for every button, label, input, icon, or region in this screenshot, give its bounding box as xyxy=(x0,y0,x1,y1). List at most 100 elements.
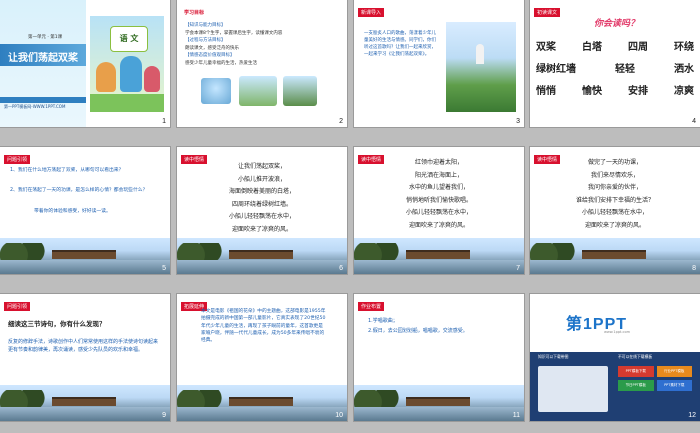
child-figure-icon xyxy=(96,62,116,92)
vocab-word: 白塔 xyxy=(582,42,602,53)
slide-3-intro-text: 一支脍炙人口的歌曲，荡漾着少年儿童美好的生活与情感。同学们，你们听过这首歌吗？让… xyxy=(364,31,436,57)
slide-number: 5 xyxy=(162,265,166,272)
slide-thumbnail-2[interactable]: 学习目标 【知识与能力目标】 学会本课8个生字，掌握课后生字，读懂课文内容 【过… xyxy=(177,0,347,127)
poem-line: 悄悄地听我们愉快歌唱。 xyxy=(405,196,472,204)
slide-11-tag: 作业布置 xyxy=(358,302,385,311)
poem-line: 小船儿轻轻飘荡在水中， xyxy=(581,209,648,216)
homework-list: 1.学唱歌曲； 2.假日，去公园划划船，唱唱歌，交流感受。 xyxy=(368,316,518,336)
slide-number: 10 xyxy=(335,412,343,419)
poem-stanza-1: 让我们荡起双桨， 小船儿推开波浪， 海面倒映着美丽的白塔， 四周环绕着绿树红墙。… xyxy=(177,161,347,236)
poem-line: 我们来尽情欢乐， xyxy=(590,171,639,179)
vocab-word: 愉快 xyxy=(582,86,602,97)
slide-thumbnail-8[interactable]: 读中悟情 做完了一天的功课， 我们来尽情欢乐， 我问你亲爱的伙伴， 谁给我们安排… xyxy=(530,147,700,274)
slide-2-tag: 学习目标 xyxy=(184,10,205,16)
slide-thumbnail-7[interactable]: 读中悟情 红领巾迎着太阳， 阳光洒在海面上， 水中的鱼儿望着我们， 悄悄地听我们… xyxy=(354,147,524,274)
slide-9-body: 反复的修辞手法，诗歌创作中人们常常使用这样的手法使诗句读起来更有节奏和韵律美，再… xyxy=(8,339,159,353)
slide-thumbnail-9[interactable]: 问题引领 细读这三节诗句，你有什么发现？ 反复的修辞手法，诗歌创作中人们常常使用… xyxy=(0,294,170,421)
vocab-word: 环绕 xyxy=(674,42,694,53)
lake-image xyxy=(239,76,277,106)
brand-site: www.1ppt.com xyxy=(604,330,631,334)
slide-10-body: 本文是电影《祖国的花朵》中的主题曲，这部电影是1955年拍摄完成的新中国第一部儿… xyxy=(201,309,326,344)
word-row-1: 双桨 白塔 四周 环绕 xyxy=(536,38,694,53)
vocab-word: 绿树红墙 xyxy=(536,64,576,75)
vocab-word: 四周 xyxy=(628,42,648,53)
slide-thumbnail-4[interactable]: 初读课文 你会读吗？ 双桨 白塔 四周 环绕 绿树红墙 轻轻 洒水 悄悄 愉快 … xyxy=(530,0,700,127)
child-figure-icon xyxy=(120,56,142,92)
slide-number: 8 xyxy=(692,265,696,272)
lake-pavilion-image xyxy=(177,385,347,421)
slide-thumbnail-11[interactable]: 作业布置 1.学唱歌曲； 2.假日，去公园划划船，唱唱歌，交流感受。 11 xyxy=(354,294,524,421)
poem-line: 迎面吹来了凉爽的风。 xyxy=(231,225,292,233)
slide-number: 9 xyxy=(162,412,166,419)
slide-2-objectives: 【知识与能力目标】 学会本课8个生字，掌握课后生字，读懂课文内容 【过程与方法目… xyxy=(185,22,339,67)
slide-thumbnail-12[interactable]: 第1PPT www.1ppt.com 知识可以下载带图 不可以在线下载模板 PP… xyxy=(530,294,700,421)
slide-1-unit: 第一单元 · 第1课 xyxy=(28,35,63,40)
poem-line: 迎面吹来了凉爽的风。 xyxy=(408,221,469,229)
slide-9-tag: 问题引领 xyxy=(4,302,31,311)
objective-text: 感受少年儿童幸福的生活，热爱生活 xyxy=(185,60,257,66)
poem-stanza-3: 做完了一天的功课， 我们来尽情欢乐， 我问你亲爱的伙伴， 谁给我们安排下幸福的生… xyxy=(530,157,700,232)
question-1: 1、我们在什么地方荡起了双桨，从哪句可以看出来？ xyxy=(10,168,124,173)
beihai-park-image xyxy=(446,22,516,112)
white-tower-image xyxy=(283,76,317,106)
poem-line: 让我们荡起双桨， xyxy=(237,163,286,170)
poem-line: 四周环绕着绿树红墙。 xyxy=(231,200,292,208)
slide-thumbnail-10[interactable]: 拓展延伸 本文是电影《祖国的花朵》中的主题曲，这部电影是1955年拍摄完成的新中… xyxy=(177,294,347,421)
poem-line: 做完了一天的功课， xyxy=(587,159,642,166)
template-download-button[interactable]: PPT模板下载 xyxy=(618,366,654,377)
slide-number: 11 xyxy=(512,412,520,419)
poem-line: 水中的鱼儿望着我们， xyxy=(408,184,469,191)
lake-pavilion-image xyxy=(0,238,170,274)
material-download-button[interactable]: PPT素材下载 xyxy=(656,380,692,391)
slide-9-heading: 细读这三节诗句，你有什么发现？ xyxy=(8,320,106,328)
poem-line: 海面倒映着美丽的白塔， xyxy=(228,188,295,195)
lake-pavilion-image xyxy=(0,385,170,421)
word-row-3: 悄悄 愉快 安排 凉爽 xyxy=(536,82,694,97)
grass-shape xyxy=(90,94,164,112)
thumbnail-preview xyxy=(538,366,608,412)
objective-heading: 【知识与能力目标】 xyxy=(185,23,226,28)
slide-5-tag: 问题引领 xyxy=(4,155,31,164)
slide-thumbnail-5[interactable]: 问题引领 1、我们在什么地方荡起了双桨，从哪句可以看出来？ 2、我们在荡起了一天… xyxy=(0,147,170,274)
vocab-word: 安排 xyxy=(628,86,648,97)
vocab-word: 洒水 xyxy=(674,64,694,75)
slide-number: 12 xyxy=(688,412,696,419)
homework-item: 2.假日，去公园划划船，唱唱歌，交流感受。 xyxy=(368,328,468,334)
lake-pavilion-image xyxy=(177,238,347,274)
slide-1-title: 让我们荡起双桨 xyxy=(8,53,78,64)
slide-4-title: 你会读吗？ xyxy=(594,19,640,29)
objective-heading: 【情感态度价值观目标】 xyxy=(185,53,235,58)
lake-pavilion-image xyxy=(354,385,524,421)
vocab-word: 轻轻 xyxy=(615,64,635,75)
slide-thumbnail-6[interactable]: 读中悟情 让我们荡起双桨， 小船儿推开波浪， 海面倒映着美丽的白塔， 四周环绕着… xyxy=(177,147,347,274)
boat-image xyxy=(201,78,231,104)
poem-stanza-2: 红领巾迎着太阳， 阳光洒在海面上， 水中的鱼儿望着我们， 悄悄地听我们愉快歌唱。… xyxy=(354,157,524,232)
reading-prompt: 带着你的体验和感受，好好读一读。 xyxy=(34,209,111,214)
poem-line: 迎面吹来了凉爽的风。 xyxy=(584,221,645,229)
holiday-template-button[interactable]: 节日PPT模板 xyxy=(618,380,654,391)
objective-text: 朗读课文，感受泛舟的快乐 xyxy=(185,45,239,51)
question-2: 2、我们在荡起了一天的功课，是怎么样的心情？都会玩些什么？ xyxy=(10,188,148,193)
poem-line: 小船儿推开波浪， xyxy=(237,175,286,183)
slide-thumbnail-3[interactable]: 新课导入 一支脍炙人口的歌曲，荡漾着少年儿童美好的生活与情感。同学们，你们听过这… xyxy=(354,0,524,127)
child-figure-icon xyxy=(144,66,160,92)
slide-number: 7 xyxy=(516,265,520,272)
vocab-word: 双桨 xyxy=(536,42,556,53)
slide-thumbnail-1[interactable]: 第一单元 · 第1课 让我们荡起双桨 语 文 第一PPT模板网-WWW.1PPT… xyxy=(0,0,170,127)
slide-4-tag: 初读课文 xyxy=(534,8,561,17)
info-caption-2: 不可以在线下载模板 xyxy=(618,354,653,359)
poem-line: 谁给我们安排下幸福的生活？ xyxy=(575,196,654,204)
info-area: 知识可以下载带图 不可以在线下载模板 PPT模板下载 行业PPT模板 节日PPT… xyxy=(530,352,700,421)
poem-line: 小船儿轻轻飘荡在水中， xyxy=(405,209,472,216)
objective-heading: 【过程与方法目标】 xyxy=(185,38,226,43)
white-tower-shape xyxy=(476,44,484,64)
objective-text: 学会本课8个生字，掌握课后生字，读懂课文内容 xyxy=(185,30,283,36)
poem-line: 阳光洒在海面上， xyxy=(414,171,463,179)
industry-template-button[interactable]: 行业PPT模板 xyxy=(656,366,692,377)
lake-pavilion-image xyxy=(354,238,524,274)
vocab-word: 悄悄 xyxy=(536,86,556,97)
slide-number: 1 xyxy=(162,118,166,125)
poem-line: 小船儿轻轻飘荡在水中， xyxy=(228,213,295,220)
book-title: 语 文 xyxy=(110,26,148,52)
slide-3-tag: 新课导入 xyxy=(358,8,385,17)
